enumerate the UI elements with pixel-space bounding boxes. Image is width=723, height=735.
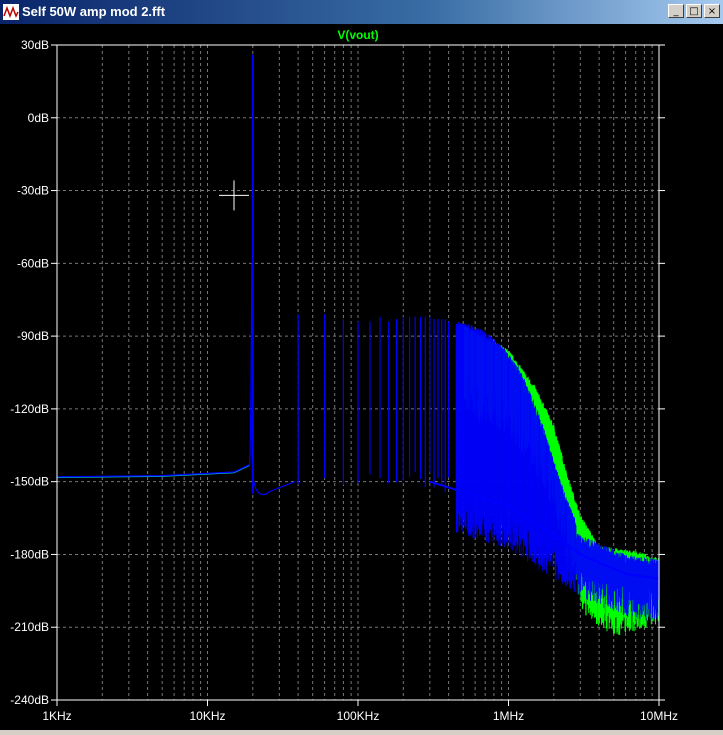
close-button[interactable]: × [704, 4, 720, 18]
title-bar[interactable]: Self 50W amp mod 2.fft _ □ × [0, 0, 723, 24]
fft-chart[interactable]: 30dB 0dB -30dB -60dB -90dB -120dB -150dB -180dB… [0, 24, 723, 730]
window-controls: _ □ × [668, 4, 720, 18]
plot-area[interactable]: 30dB 0dB -30dB -60dB -90dB -120dB -150dB -180dB… [0, 24, 723, 730]
y-tick-label: -240dB [10, 693, 49, 707]
crosshair-cursor-icon[interactable] [219, 180, 250, 211]
axis-ticks: 30dB 0dB -30dB -60dB -90dB -120dB -150dB -180dB… [10, 38, 678, 723]
blue-noise-floor [56, 464, 250, 478]
fundamental-skirt [248, 263, 295, 496]
minimize-button[interactable]: _ [668, 4, 684, 18]
y-tick-label: -210dB [10, 620, 49, 634]
x-tick-label: 1MHz [493, 709, 524, 723]
app-window: Self 50W amp mod 2.fft _ □ × 30dB 0dB -30d… [0, 0, 723, 730]
y-tick-label: -90dB [17, 329, 49, 343]
x-tick-label: 1KHz [42, 709, 71, 723]
x-tick-label: 100KHz [337, 709, 380, 723]
y-tick-label: -180dB [10, 547, 49, 561]
x-tick-label: 10MHz [640, 709, 678, 723]
y-tick-label: -60dB [17, 256, 49, 270]
y-tick-label: -150dB [10, 475, 49, 489]
maximize-button[interactable]: □ [686, 4, 702, 18]
y-tick-label: 30dB [21, 38, 49, 52]
x-tick-label: 10KHz [189, 709, 225, 723]
series-vout-trace [56, 54, 660, 621]
y-tick-label: -120dB [10, 402, 49, 416]
y-tick-label: 0dB [28, 111, 49, 125]
chart-title: V(vout) [337, 28, 378, 42]
window-title: Self 50W amp mod 2.fft [22, 4, 166, 19]
y-tick-label: -30dB [17, 184, 49, 198]
waveform-app-icon [3, 4, 19, 20]
